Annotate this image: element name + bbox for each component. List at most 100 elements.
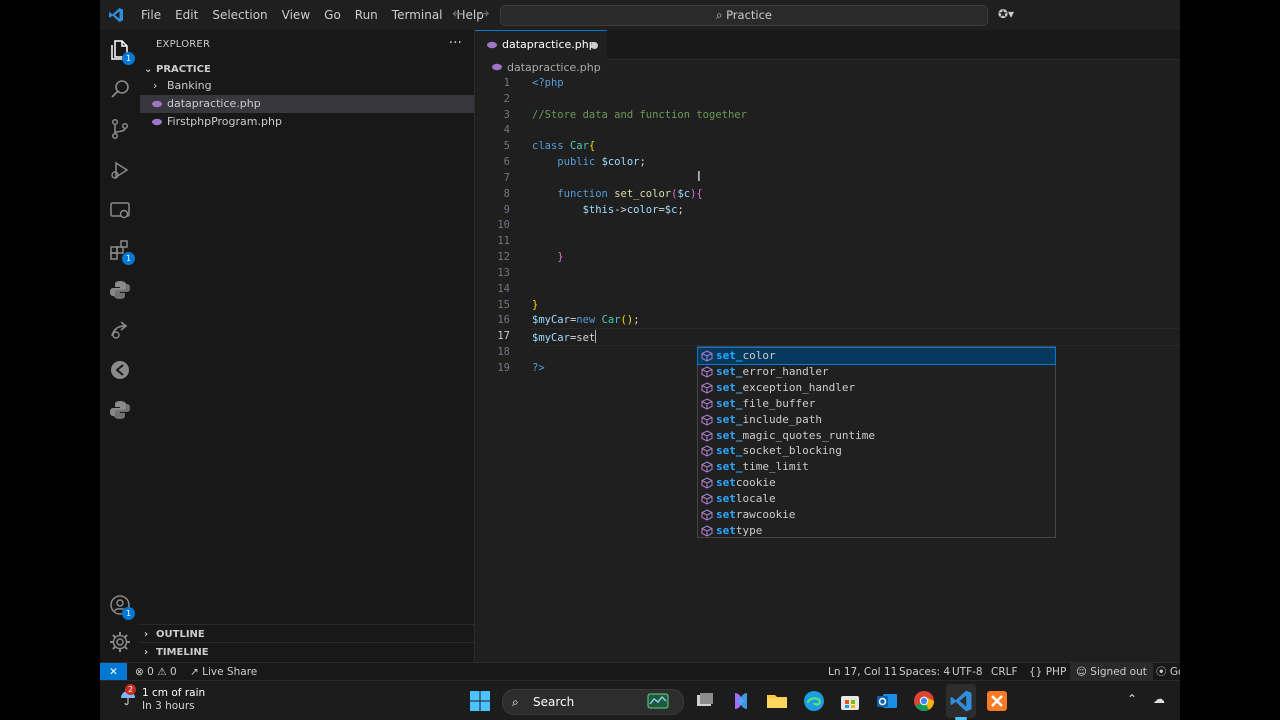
chrome-icon[interactable]: [912, 689, 936, 713]
gitlens-icon[interactable]: [108, 358, 132, 382]
suggestion-item[interactable]: set_socket_blocking: [698, 443, 1055, 459]
suggestion-label: setrawcookie: [716, 507, 795, 523]
live-share-icon[interactable]: [108, 318, 132, 342]
tree-item-banking[interactable]: › Banking: [140, 77, 474, 95]
python-env-icon[interactable]: [108, 398, 132, 422]
language-mode[interactable]: {} PHP: [1029, 663, 1066, 681]
python-icon[interactable]: [108, 278, 132, 302]
method-cube-icon: [701, 350, 713, 362]
suggestion-rest: rawcookie: [735, 508, 796, 521]
line-number: 19: [497, 362, 510, 374]
vscode-logo-icon: [109, 8, 123, 22]
taskbar-search-label: Search: [533, 695, 575, 709]
menu-go[interactable]: Go: [317, 0, 348, 30]
windows-start-icon[interactable]: [468, 689, 492, 713]
code-brace: {: [588, 140, 596, 152]
menu-terminal[interactable]: Terminal: [385, 0, 450, 30]
tree-item-firstphpprogram[interactable]: FirstphpProgram.php: [140, 113, 474, 131]
suggestion-item[interactable]: set_magic_quotes_runtime: [698, 428, 1055, 444]
suggestion-item[interactable]: setrawcookie: [698, 507, 1055, 523]
suggestion-item[interactable]: set_file_buffer: [698, 396, 1055, 412]
menu-selection[interactable]: Selection: [205, 0, 274, 30]
menu-view[interactable]: View: [275, 0, 317, 30]
suggestion-match: set_: [716, 349, 743, 362]
suggestion-item[interactable]: set_color: [697, 347, 1056, 365]
suggestion-label: set_time_limit: [716, 459, 809, 475]
account-status[interactable]: ☺ Signed out: [1070, 663, 1153, 681]
outlook-icon[interactable]: [875, 689, 899, 713]
tray-overflow-icon[interactable]: ⌃: [1127, 692, 1137, 706]
extensions-icon[interactable]: 1: [108, 238, 135, 265]
code-keyword: public: [557, 156, 596, 168]
encoding[interactable]: UTF-8: [952, 663, 983, 681]
edge-browser-icon[interactable]: [802, 689, 826, 713]
command-center-search[interactable]: ⌕ Practice: [500, 5, 988, 26]
store-icon[interactable]: [838, 689, 862, 713]
run-debug-icon[interactable]: [108, 158, 132, 182]
suggestion-label: setlocale: [716, 491, 776, 507]
suggestion-item[interactable]: set_error_handler: [698, 364, 1055, 380]
task-view-icon[interactable]: [693, 689, 717, 713]
weather-subtitle: In 3 hours: [142, 700, 195, 712]
timeline-section[interactable]: › TIMELINE: [140, 642, 474, 663]
more-actions-icon[interactable]: ···: [449, 35, 462, 51]
code-line-16: $myCar=new Car();: [532, 314, 640, 326]
explorer-icon[interactable]: 1: [108, 38, 135, 65]
warning-count: 0: [169, 666, 177, 678]
indentation[interactable]: Spaces: 4: [899, 663, 950, 681]
code-line-12: }: [532, 251, 563, 263]
xampp-icon[interactable]: [985, 689, 1009, 713]
suggestion-item[interactable]: setcookie: [698, 475, 1055, 491]
arrow-right-icon[interactable]: →: [478, 6, 490, 22]
weather-title: 1 cm of rain: [142, 687, 206, 699]
code-variable: $c: [677, 188, 691, 200]
tab-label: datapractice.php: [502, 38, 596, 51]
menu-file[interactable]: File: [134, 0, 168, 30]
problems-status[interactable]: ⊗ 0 ⚠ 0: [135, 663, 177, 681]
suggestion-match: set: [716, 492, 736, 506]
suggestion-label: set_exception_handler: [716, 380, 855, 396]
remote-indicator-icon[interactable]: ✕: [100, 663, 127, 681]
suggestion-item[interactable]: set_include_path: [698, 412, 1055, 428]
end-of-line[interactable]: CRLF: [991, 663, 1018, 681]
suggestion-item[interactable]: setlocale: [698, 491, 1055, 507]
source-control-icon[interactable]: [108, 117, 132, 141]
live-share-status[interactable]: ↗ Live Share: [190, 663, 257, 681]
code-property: color: [626, 204, 659, 216]
tree-item-label: datapractice.php: [167, 97, 261, 110]
suggestion-match: set_: [716, 444, 743, 458]
gear-icon[interactable]: [108, 630, 132, 654]
menu-edit[interactable]: Edit: [168, 0, 205, 30]
code-line-3: //Store data and function together: [532, 109, 747, 121]
copilot-icon[interactable]: ✪▾: [998, 7, 1014, 21]
breadcrumb-file: datapractice.php: [507, 61, 601, 74]
cursor-position[interactable]: Ln 17, Col 11: [828, 663, 897, 681]
suggestion-label: setcookie: [716, 475, 776, 491]
accounts-icon[interactable]: 1: [108, 593, 135, 620]
suggestion-match: set: [716, 476, 736, 490]
php-close-tag: ?>: [532, 362, 545, 374]
tree-item-datapractice[interactable]: datapractice.php: [140, 95, 474, 113]
suggestion-rest: include_path: [742, 412, 822, 426]
suggestion-item[interactable]: set_exception_handler: [698, 380, 1055, 396]
code-paren: (): [620, 314, 634, 326]
suggestion-item[interactable]: settype: [698, 523, 1055, 539]
tray-network-icon[interactable]: ☁: [1153, 692, 1165, 706]
unsaved-dot-icon[interactable]: [591, 42, 598, 49]
widgets-icon[interactable]: [646, 689, 670, 713]
arrow-left-icon[interactable]: ←: [452, 6, 464, 22]
remote-explorer-icon[interactable]: [108, 198, 132, 222]
file-explorer-icon[interactable]: [765, 689, 789, 713]
go-live[interactable]: ⦿ Go: [1156, 663, 1180, 681]
suggestion-rest: time_limit: [742, 460, 809, 474]
menu-run[interactable]: Run: [348, 0, 385, 30]
tab-datapractice[interactable]: datapractice.php: [475, 30, 607, 60]
line-number: 17: [497, 330, 510, 342]
copilot-app-icon[interactable]: [729, 689, 753, 713]
search-icon[interactable]: [108, 77, 132, 101]
suggestion-match: set_: [716, 412, 743, 426]
suggestion-item[interactable]: set_time_limit: [698, 459, 1055, 475]
method-cube-icon: [701, 461, 713, 473]
vscode-taskbar-icon[interactable]: [949, 689, 973, 713]
breadcrumb[interactable]: datapractice.php: [492, 61, 601, 74]
